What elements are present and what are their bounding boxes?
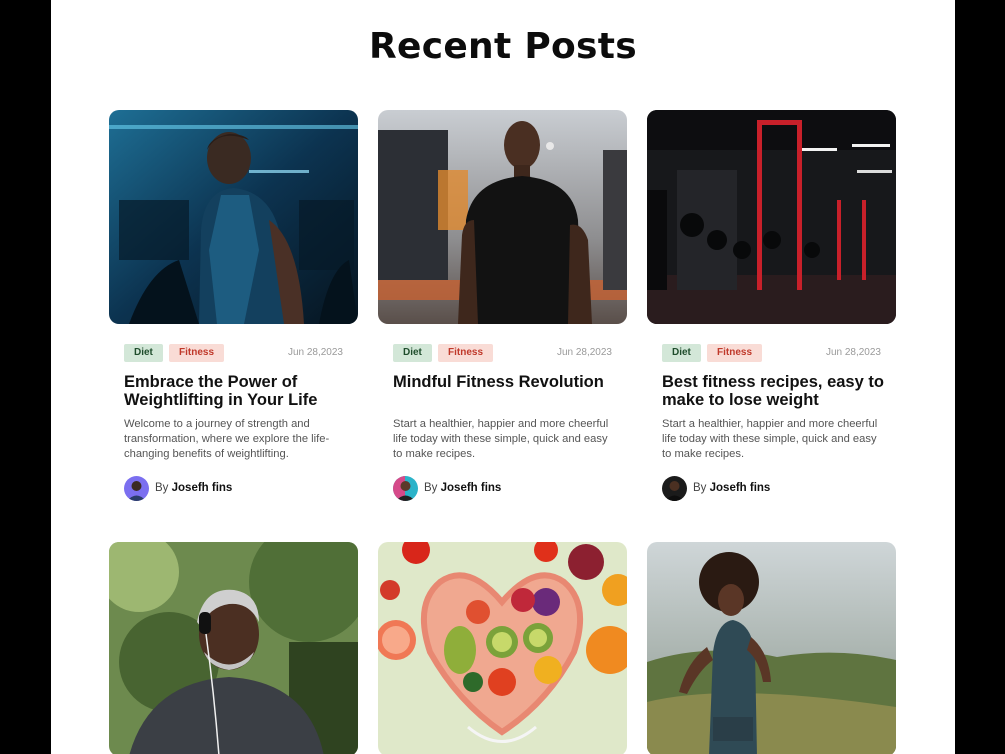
post-date: Jun 28,2023 (287, 347, 343, 358)
post-image-fruit-heart[interactable] (378, 542, 627, 754)
page-title: Recent Posts (368, 26, 638, 67)
post-card[interactable]: Diet Fitness Jun 28,2023 Mindful Fitness… (378, 110, 627, 501)
byline-prefix: By (155, 482, 169, 494)
author-name[interactable]: Josefh fins (172, 482, 233, 494)
post-excerpt: Start a healthier, happier and more chee… (662, 418, 878, 460)
post-title[interactable]: Embrace the Power of Weightlifting in Yo… (124, 373, 348, 409)
avatar (124, 476, 149, 501)
post-card[interactable] (647, 542, 896, 754)
avatar (662, 476, 687, 501)
post-card[interactable] (109, 542, 358, 754)
post-image-gym-blue[interactable] (109, 110, 358, 324)
post-excerpt: Welcome to a journey of strength and tra… (124, 418, 330, 460)
avatar (393, 476, 418, 501)
tag-diet[interactable]: Diet (393, 344, 432, 362)
tag-diet[interactable]: Diet (662, 344, 701, 362)
recent-posts-section: Recent Posts Diet Fitness Jun 28,2023 Em… (51, 0, 955, 754)
post-date: Jun 28,2023 (825, 347, 881, 358)
post-title[interactable]: Best fitness recipes, easy to make to lo… (662, 373, 886, 409)
byline-prefix: By (424, 482, 438, 494)
post-excerpt: Start a healthier, happier and more chee… (393, 418, 609, 460)
post-image-older-man-jogging[interactable] (109, 542, 358, 754)
tag-diet[interactable]: Diet (124, 344, 163, 362)
tag-fitness[interactable]: Fitness (169, 344, 225, 362)
post-date: Jun 28,2023 (556, 347, 612, 358)
post-title[interactable]: Mindful Fitness Revolution (393, 373, 617, 391)
tag-fitness[interactable]: Fitness (438, 344, 494, 362)
author-name[interactable]: Josefh fins (441, 482, 502, 494)
post-card[interactable]: Diet Fitness Jun 28,2023 Best fitness re… (647, 110, 896, 501)
post-meta: Diet Fitness Jun 28,2023 (124, 344, 343, 362)
post-meta: Diet Fitness Jun 28,2023 (662, 344, 881, 362)
post-card[interactable] (378, 542, 627, 754)
byline-prefix: By (693, 482, 707, 494)
post-image-man-black-shirt[interactable] (378, 110, 627, 324)
post-card[interactable]: Diet Fitness Jun 28,2023 Embrace the Pow… (109, 110, 358, 501)
post-image-woman-running[interactable] (647, 542, 896, 754)
tag-fitness[interactable]: Fitness (707, 344, 763, 362)
post-image-dark-gym[interactable] (647, 110, 896, 324)
author-name[interactable]: Josefh fins (710, 482, 771, 494)
post-meta: Diet Fitness Jun 28,2023 (393, 344, 612, 362)
